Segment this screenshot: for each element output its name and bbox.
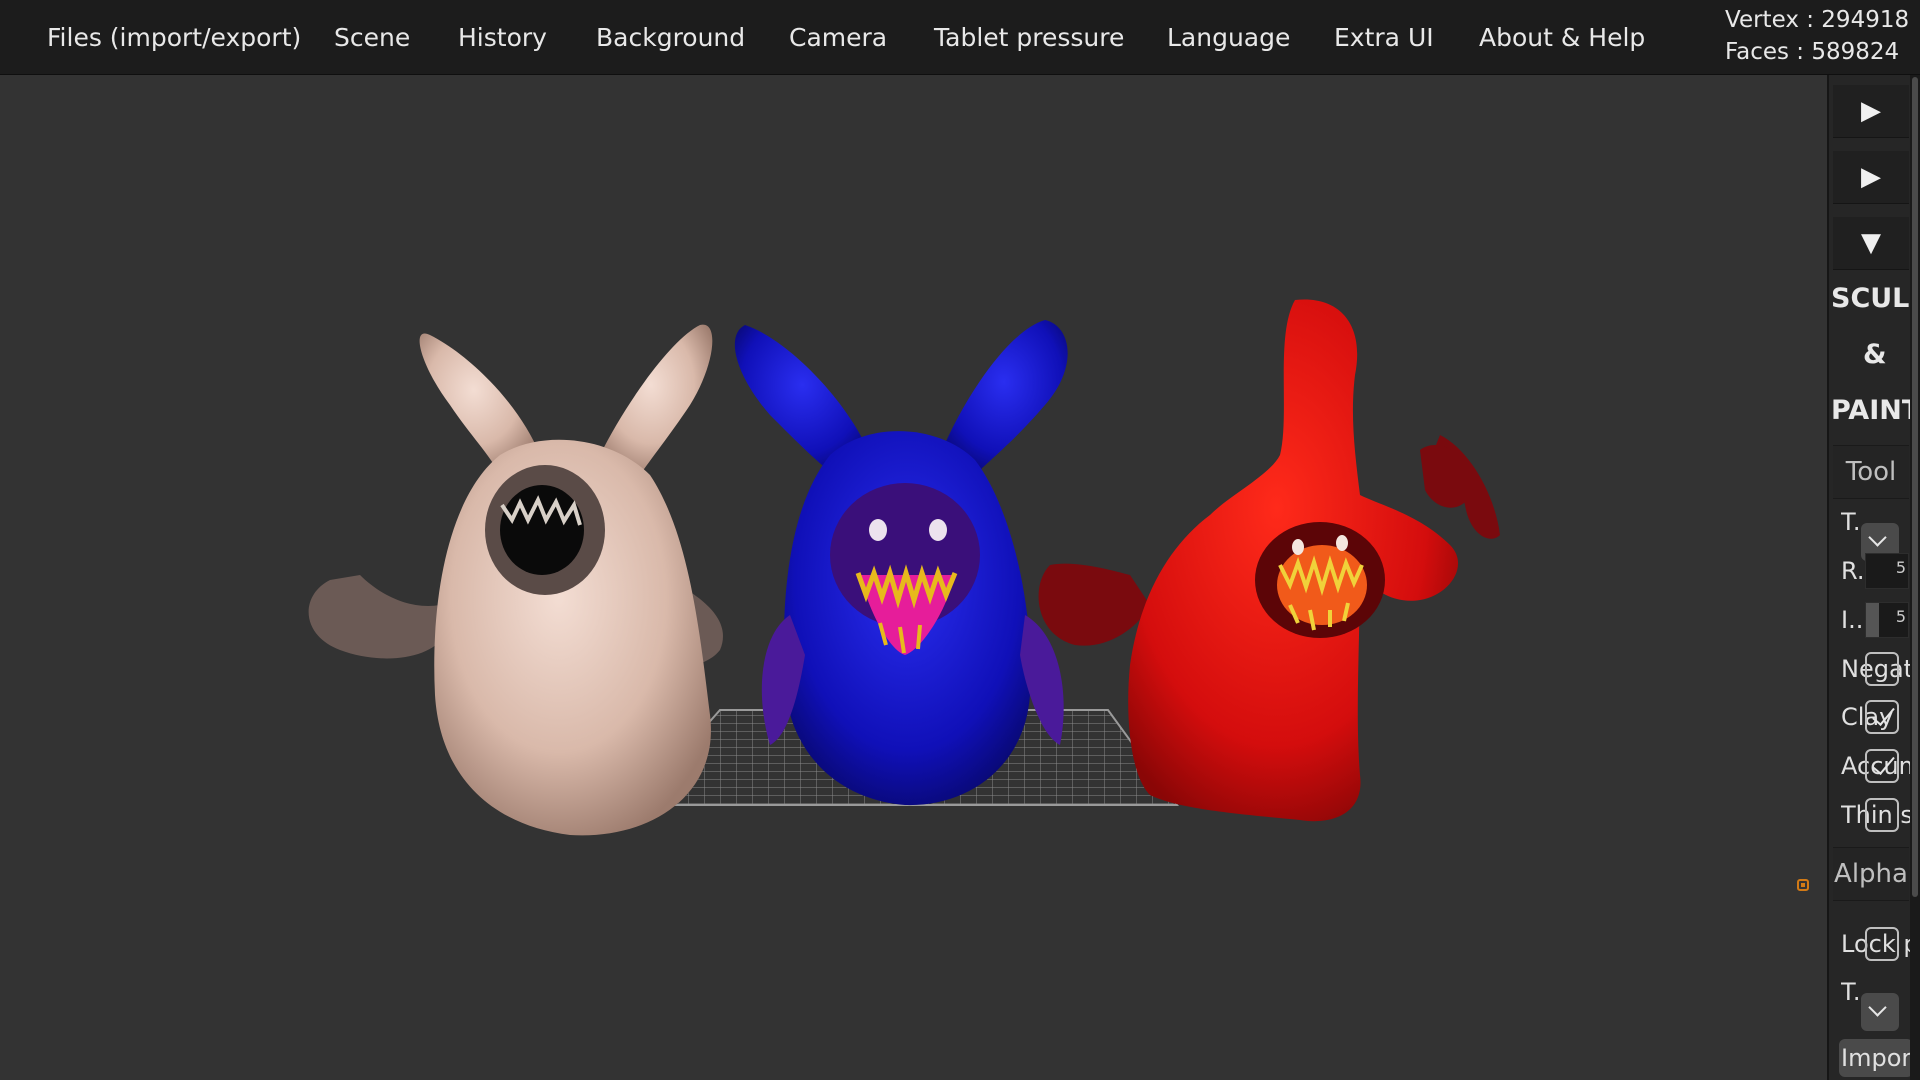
section-tool[interactable]: Tool <box>1833 445 1909 499</box>
vertex-count: Vertex : 294918 <box>1725 7 1910 33</box>
panel-scrollbar-thumb[interactable] <box>1912 77 1918 897</box>
menu-tablet-pressure[interactable]: Tablet pressure <box>934 0 1124 74</box>
menu-language[interactable]: Language <box>1167 0 1290 74</box>
menu-scene[interactable]: Scene <box>334 0 410 74</box>
thin-checkbox[interactable] <box>1865 798 1899 832</box>
clay-checkbox[interactable] <box>1865 700 1899 734</box>
panel-scrollbar[interactable] <box>1910 75 1920 1080</box>
intensity-slider-fill <box>1866 603 1879 637</box>
chevron-down-icon <box>1868 528 1887 547</box>
scene-render <box>308 299 1500 836</box>
accumulate-checkbox[interactable] <box>1865 749 1899 783</box>
top-menu-bar: Files (import/export) Scene History Back… <box>0 0 1920 75</box>
sculpt-paint-panel: ▶ ▶ ▼ SCULPT & PAINT Tool T... R... 5 I.… <box>1827 75 1920 1080</box>
fold-toggle-3-icon[interactable]: ▼ <box>1833 217 1909 270</box>
mesh-stats: Vertex : 294918 Faces : 589824 <box>1725 4 1909 68</box>
menu-camera[interactable]: Camera <box>789 0 887 74</box>
intensity-value: 5 <box>1895 607 1906 626</box>
intensity-slider[interactable]: 5 <box>1865 602 1909 638</box>
menu-files[interactable]: Files (import/export) <box>47 0 301 74</box>
fold-toggle-1-icon[interactable]: ▶ <box>1833 85 1909 138</box>
menu-history[interactable]: History <box>458 0 547 74</box>
negative-checkbox[interactable] <box>1865 652 1899 686</box>
fold-toggle-2-icon[interactable]: ▶ <box>1833 151 1909 204</box>
lock-checkbox[interactable] <box>1865 927 1899 961</box>
sculptgl-app: Files (import/export) Scene History Back… <box>0 0 1920 1080</box>
radius-slider[interactable]: 5 <box>1865 553 1909 589</box>
menu-about-help[interactable]: About & Help <box>1479 0 1645 74</box>
section-alpha[interactable]: Alpha <box>1833 847 1909 901</box>
3d-viewport[interactable] <box>0 75 1827 1080</box>
faces-count: Faces : 589824 <box>1725 39 1900 65</box>
alpha-import-button[interactable]: Import <box>1839 1039 1913 1077</box>
panel-title-paint: PAINT <box>1831 395 1911 426</box>
chevron-down-icon <box>1868 998 1887 1017</box>
pivot-gizmo-icon[interactable] <box>1797 879 1809 891</box>
alpha-type-dropdown[interactable] <box>1861 993 1899 1031</box>
menu-extra-ui[interactable]: Extra UI <box>1334 0 1434 74</box>
menu-background[interactable]: Background <box>596 0 745 74</box>
creature-white <box>308 324 723 836</box>
radius-value: 5 <box>1895 558 1906 577</box>
panel-title-sculpt: SCULPT <box>1831 283 1911 314</box>
panel-title-ampersand: & <box>1863 339 1887 370</box>
